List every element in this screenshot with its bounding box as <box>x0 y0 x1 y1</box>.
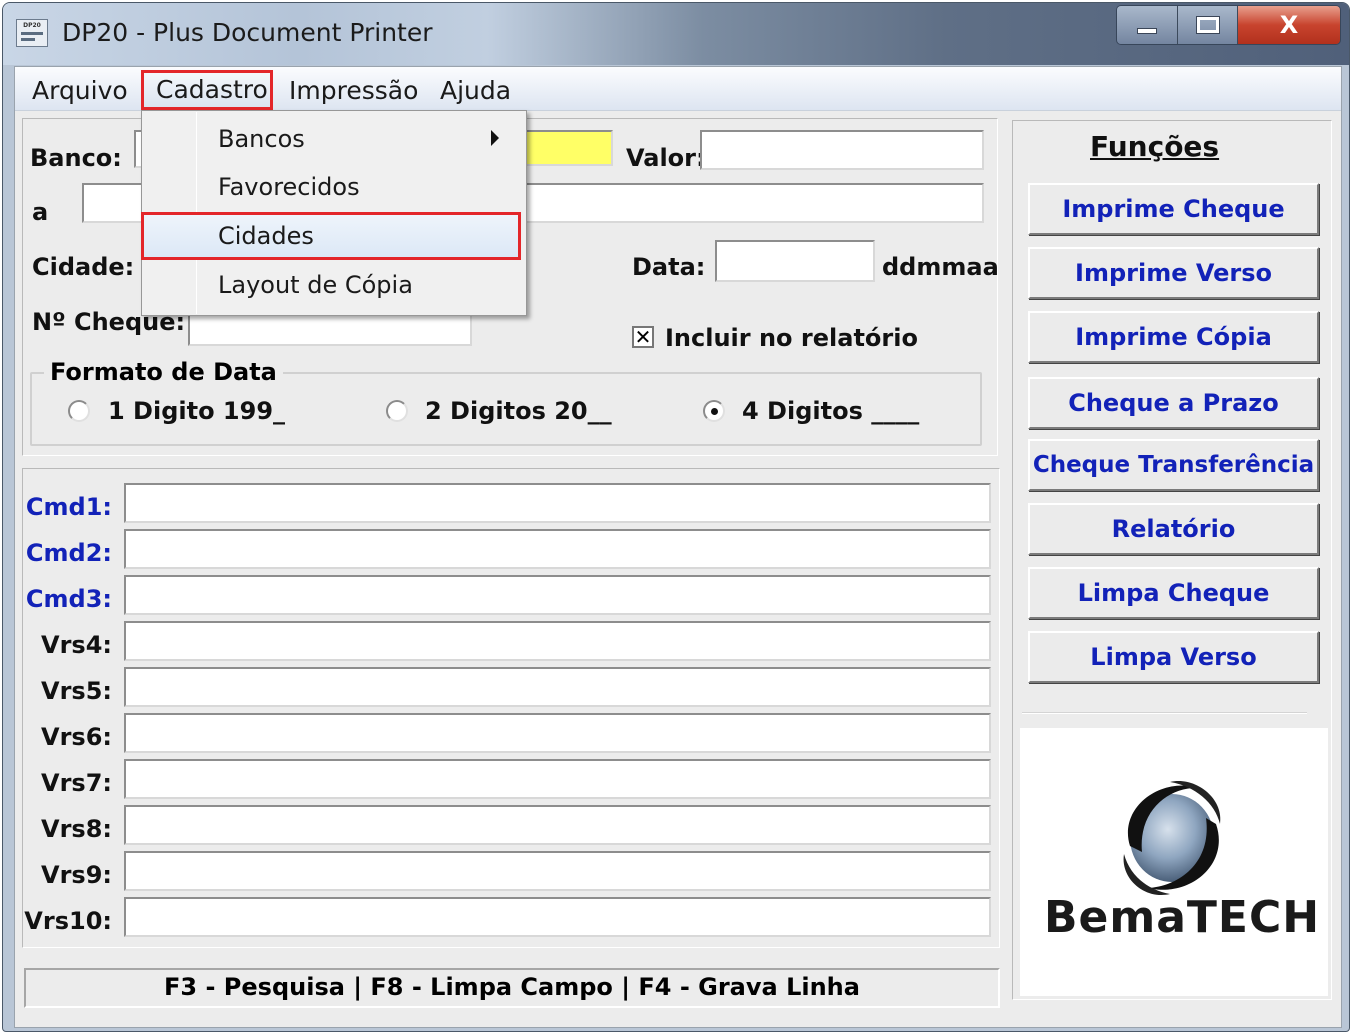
submenu-arrow-icon <box>491 130 499 146</box>
command-field[interactable] <box>124 713 991 753</box>
imprime-cheque-button[interactable]: Imprime Cheque <box>1028 183 1319 235</box>
radio-selected-dot <box>711 408 718 415</box>
radio-2-digitos-label: 2 Digitos 20__ <box>425 397 612 425</box>
menu-impressao[interactable]: Impressão <box>281 74 426 108</box>
menu-item-cidades[interactable]: Cidades <box>218 222 314 250</box>
radio-1-digito-label: 1 Digito 199_ <box>108 397 286 425</box>
radio-2-digitos[interactable] <box>386 400 408 422</box>
command-label: Vrs6: <box>41 723 112 751</box>
valor-field[interactable] <box>700 130 984 170</box>
data-field[interactable] <box>715 240 875 282</box>
bematech-logo-text: BemaTECH <box>1044 892 1321 943</box>
command-field[interactable] <box>124 483 991 523</box>
funcoes-title: Funções <box>1090 130 1220 163</box>
app-icon: DP20 <box>16 19 48 47</box>
formato-data-legend: Formato de Data <box>44 358 283 386</box>
incluir-label: Incluir no relatório <box>665 324 918 352</box>
command-label: Vrs4: <box>41 631 112 659</box>
cidades-highlight <box>141 212 521 260</box>
command-label: Cmd3: <box>25 585 112 613</box>
check-icon: ✕ <box>634 325 652 349</box>
funcoes-separator <box>1022 712 1307 714</box>
favorecido-label: a <box>32 198 49 226</box>
cheque-prazo-button[interactable]: Cheque a Prazo <box>1028 377 1319 429</box>
command-field[interactable] <box>124 621 991 661</box>
bematech-logo: BemaTECH <box>1020 728 1328 996</box>
data-label: Data: <box>632 253 706 281</box>
command-field[interactable] <box>124 575 991 615</box>
close-button[interactable]: X <box>1237 6 1340 44</box>
window-title: DP20 - Plus Document Printer <box>62 18 433 47</box>
limpa-verso-button[interactable]: Limpa Verso <box>1028 631 1319 683</box>
menu-item-bancos[interactable]: Bancos <box>218 125 305 153</box>
menu-arquivo[interactable]: Arquivo <box>24 74 136 108</box>
command-label: Vrs9: <box>41 861 112 889</box>
cidade-label: Cidade: <box>32 253 135 281</box>
command-label: Vrs5: <box>41 677 112 705</box>
radio-1-digito[interactable] <box>68 400 90 422</box>
command-label: Vrs8: <box>41 815 112 843</box>
command-field[interactable] <box>124 759 991 799</box>
valor-yellow-field[interactable] <box>520 130 613 166</box>
command-field[interactable] <box>124 805 991 845</box>
banco-label: Banco: <box>30 144 122 172</box>
maximize-icon <box>1195 16 1220 34</box>
maximize-button[interactable] <box>1178 6 1238 44</box>
imprime-verso-button[interactable]: Imprime Verso <box>1028 247 1319 299</box>
shortcut-status-bar: F3 - Pesquisa | F8 - Limpa Campo | F4 - … <box>24 968 1000 1008</box>
command-label: Cmd1: <box>25 493 112 521</box>
menu-ajuda[interactable]: Ajuda <box>432 74 519 108</box>
imprime-copia-button[interactable]: Imprime Cópia <box>1028 311 1319 363</box>
command-field[interactable] <box>124 529 991 569</box>
data-format-hint: ddmmaa <box>882 253 999 281</box>
command-field[interactable] <box>124 851 991 891</box>
minimize-icon <box>1137 28 1158 34</box>
incluir-checkbox[interactable]: ✕ <box>632 326 654 348</box>
limpa-cheque-button[interactable]: Limpa Cheque <box>1028 567 1319 619</box>
valor-label: Valor: <box>626 144 706 172</box>
cheque-transferencia-button[interactable]: Cheque Transferência <box>1028 439 1319 491</box>
menu-item-favorecidos[interactable]: Favorecidos <box>218 173 360 201</box>
bematech-logo-icon <box>1123 781 1221 895</box>
minimize-button[interactable] <box>1117 6 1179 44</box>
menu-cadastro[interactable]: Cadastro <box>141 70 273 110</box>
radio-4-digitos-label: 4 Digitos ____ <box>742 397 920 425</box>
command-field[interactable] <box>124 897 991 937</box>
command-field[interactable] <box>124 667 991 707</box>
command-label: Cmd2: <box>25 539 112 567</box>
menu-item-layout-copia[interactable]: Layout de Cópia <box>218 271 413 299</box>
relatorio-button[interactable]: Relatório <box>1028 503 1319 555</box>
command-label: Vrs10: <box>24 907 112 935</box>
app-icon-label: DP20 <box>23 22 41 29</box>
radio-4-digitos[interactable] <box>703 400 725 422</box>
close-icon: X <box>1279 11 1299 39</box>
command-label: Vrs7: <box>41 769 112 797</box>
window-controls: X <box>1116 5 1341 45</box>
